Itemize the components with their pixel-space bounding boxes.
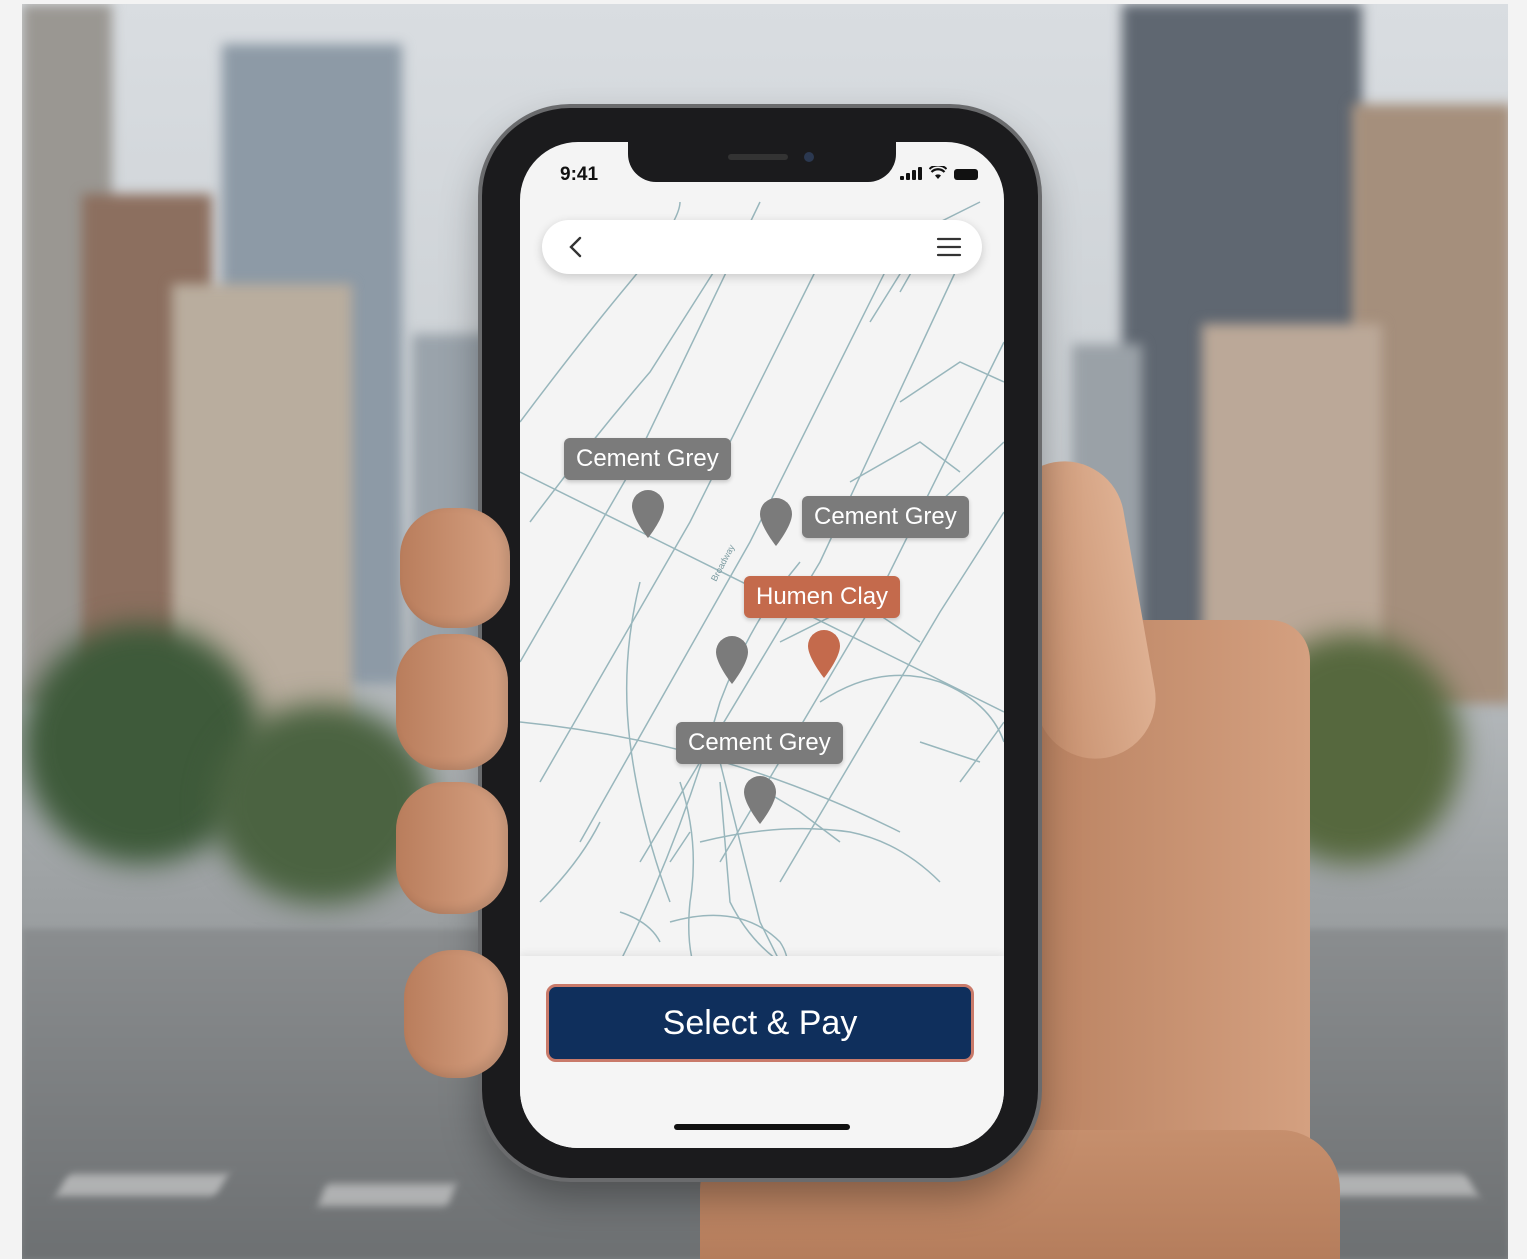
home-indicator[interactable] xyxy=(674,1124,850,1130)
marker-label-humen-clay[interactable]: Humen Clay xyxy=(744,576,901,618)
top-nav-bar[interactable] xyxy=(542,220,982,274)
chevron-left-icon[interactable] xyxy=(564,234,590,260)
ring-finger xyxy=(396,782,508,914)
notch xyxy=(628,142,896,182)
marker-label-cement-grey-2[interactable]: Cement Grey xyxy=(802,496,969,538)
wifi-icon xyxy=(929,166,947,179)
bottom-action-panel: Select & Pay xyxy=(520,956,1004,1148)
middle-finger xyxy=(396,634,508,770)
marker-label-cement-grey-3[interactable]: Cement Grey xyxy=(676,722,843,764)
phone-screen: 9:41 Broadway Cement Grey Cement Grey Hu… xyxy=(520,142,1004,1148)
pinky-finger xyxy=(404,950,508,1078)
map-pin-icon[interactable] xyxy=(630,488,666,540)
select-and-pay-button[interactable]: Select & Pay xyxy=(546,984,974,1062)
map-pin-selected-icon[interactable] xyxy=(806,628,842,680)
map-pin-icon[interactable] xyxy=(742,774,778,826)
status-time: 9:41 xyxy=(560,164,599,185)
map-pin-icon[interactable] xyxy=(714,634,750,686)
hamburger-menu-icon[interactable] xyxy=(936,236,962,258)
signal-icon xyxy=(900,167,922,180)
map-pin-icon[interactable] xyxy=(758,496,794,548)
index-finger xyxy=(400,508,510,628)
status-icons xyxy=(900,166,978,180)
marker-label-cement-grey-1[interactable]: Cement Grey xyxy=(564,438,731,480)
battery-icon xyxy=(954,169,978,180)
